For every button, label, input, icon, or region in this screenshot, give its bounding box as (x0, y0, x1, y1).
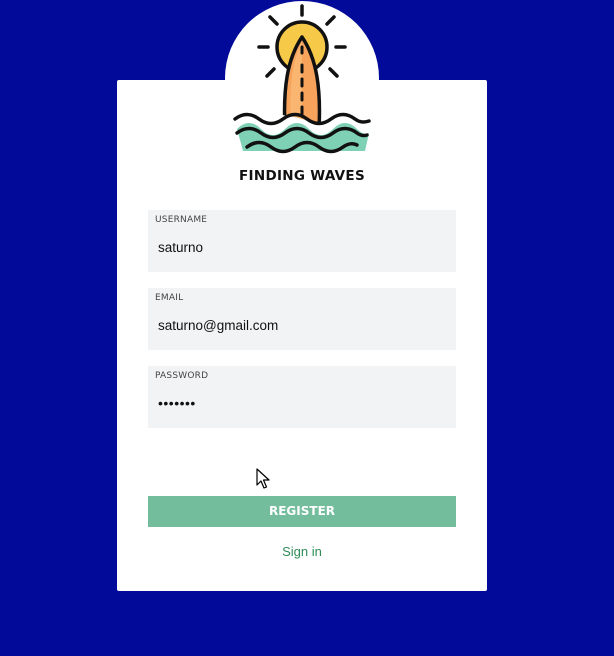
email-field[interactable]: EMAIL saturno@gmail.com (148, 288, 456, 350)
username-label: USERNAME (155, 215, 208, 225)
email-input[interactable]: saturno@gmail.com (158, 318, 278, 333)
app-title: FINDING WAVES (239, 168, 365, 184)
password-field[interactable]: PASSWORD ••••••• (148, 366, 456, 428)
signin-link[interactable]: Sign in (117, 544, 487, 559)
password-label: PASSWORD (155, 371, 209, 381)
mouse-cursor-icon (256, 468, 270, 489)
email-label: EMAIL (155, 293, 184, 303)
sun-surfboard-waves-logo (233, 4, 371, 161)
password-input[interactable]: ••••••• (158, 395, 196, 411)
username-input[interactable]: saturno (158, 240, 203, 255)
register-button[interactable]: REGISTER (148, 496, 456, 527)
username-field[interactable]: USERNAME saturno (148, 210, 456, 272)
